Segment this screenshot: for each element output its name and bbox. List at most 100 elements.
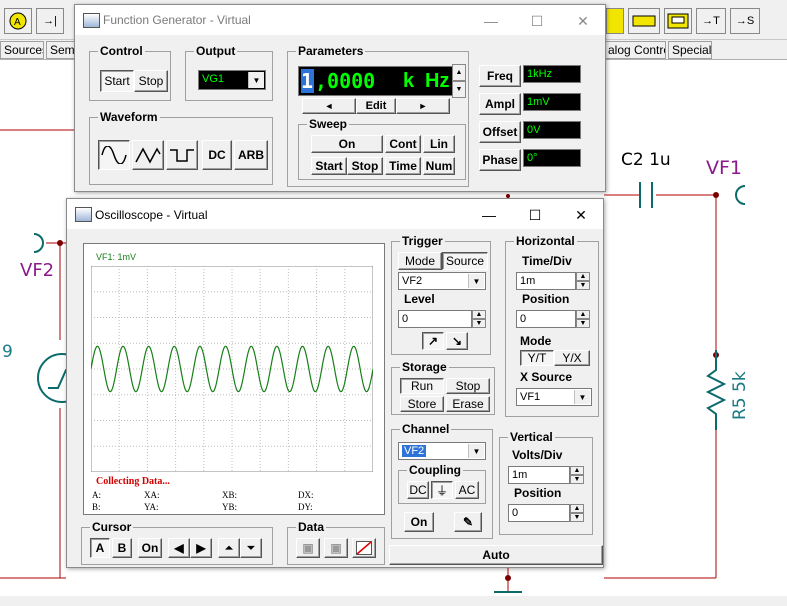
cursor-left-button[interactable]: ◀ [168, 538, 190, 558]
freq-button[interactable]: Freq [479, 65, 521, 87]
sweep-time-button[interactable]: Time [385, 157, 421, 175]
mode-yx-button[interactable]: Y/X [554, 350, 590, 366]
readout-ya: YA: [144, 502, 159, 512]
storage-store-button[interactable]: Store [400, 396, 444, 412]
auto-button[interactable]: Auto [389, 545, 603, 565]
coupling-dc-button[interactable]: DC [407, 481, 429, 499]
trigger-source-button[interactable]: Source [442, 252, 488, 270]
chevron-down-icon: ▼ [468, 444, 484, 458]
fg-titlebar[interactable]: Function Generator - Virtual — ☐ ✕ [75, 5, 605, 35]
parameter-spinner[interactable]: ▲ ▼ [452, 64, 466, 98]
readout-xb: XB: [222, 490, 238, 500]
close-icon[interactable]: ✕ [571, 207, 591, 224]
v-position-input[interactable]: 0 [508, 504, 570, 522]
maximize-icon[interactable]: ☐ [525, 207, 545, 224]
x-source-select[interactable]: VF1 ▼ [516, 388, 592, 406]
osc-titlebar[interactable]: Oscilloscope - Virtual — ☐ ✕ [67, 199, 603, 229]
minimize-icon[interactable]: — [481, 13, 501, 29]
coupling-gnd-button[interactable]: ⏚ [431, 481, 453, 499]
cursor-right-button[interactable]: ▶ [190, 538, 212, 558]
data-graph-button[interactable] [352, 538, 376, 558]
osc-screen[interactable]: VF1: 1mV Collecting Data... A: B: XA: YA… [83, 243, 385, 515]
display-left-button[interactable]: ◄ [302, 98, 356, 114]
v-position-spinner[interactable]: ▲ ▼ [570, 504, 584, 522]
data-import-button[interactable]: ▣ [296, 538, 320, 558]
trigger-level-spinner[interactable]: ▲ ▼ [472, 310, 486, 328]
trigger-source-select[interactable]: VF2 ▼ [398, 272, 486, 290]
time-div-input[interactable]: 1m [516, 272, 576, 290]
cursor-on-button[interactable]: On [138, 538, 162, 558]
sweep-lin-button[interactable]: Lin [423, 135, 455, 153]
fg-waveform-label: Waveform [98, 110, 160, 124]
osc-title: Oscilloscope - Virtual [95, 208, 208, 222]
storage-stop-button[interactable]: Stop [446, 378, 490, 394]
spin-down-icon: ▼ [576, 281, 590, 290]
minimize-icon[interactable]: — [479, 207, 499, 223]
coupling-ac-button[interactable]: AC [455, 481, 479, 499]
channel-on-button[interactable]: On [404, 512, 434, 532]
chevron-down-icon: ▼ [468, 274, 484, 288]
h-position-input[interactable]: 0 [516, 310, 576, 328]
falling-edge-button[interactable]: ↘ [446, 332, 468, 350]
trace-label: VF1: 1mV [96, 252, 137, 262]
sweep-start-button[interactable]: Start [311, 157, 347, 175]
h-position-label: Position [522, 292, 570, 306]
fg-start-button[interactable]: Start [100, 70, 134, 92]
sweep-stop-button[interactable]: Stop [347, 157, 383, 175]
triangle-wave-icon [135, 147, 161, 164]
offset-field[interactable]: 0V [523, 121, 581, 139]
dc-wave-button[interactable]: DC [202, 140, 232, 170]
sweep-on-button[interactable]: On [311, 135, 383, 153]
volts-div-input[interactable]: 1m [508, 466, 570, 484]
ground-icon: ⏚ [435, 483, 448, 498]
vertical-label: Vertical [508, 430, 555, 444]
trigger-level-input[interactable]: 0 [398, 310, 472, 328]
channel-select[interactable]: VF2 ▼ [398, 442, 486, 460]
display-right-button[interactable]: ► [396, 98, 450, 114]
channel-label: Channel [400, 422, 452, 436]
close-icon[interactable]: ✕ [573, 13, 593, 30]
ampl-button[interactable]: Ampl [479, 93, 521, 115]
h-position-spinner[interactable]: ▲ ▼ [576, 310, 590, 328]
fg-stop-button[interactable]: Stop [134, 70, 168, 92]
sweep-num-button[interactable]: Num [423, 157, 455, 175]
cursor-down-button[interactable]: ⏷ [240, 538, 262, 558]
storage-erase-button[interactable]: Erase [446, 396, 490, 412]
spin-up-icon: ▲ [576, 310, 590, 319]
mode-yt-button[interactable]: Y/T [520, 350, 554, 366]
parameter-display[interactable]: 1 ,0000 k Hz [298, 66, 466, 96]
square-wave-icon [170, 149, 194, 162]
maximize-icon[interactable]: ☐ [527, 13, 547, 30]
ampl-field[interactable]: 1mV [523, 93, 581, 111]
display-edit-button[interactable]: Edit [356, 98, 396, 114]
trigger-level-label: Level [404, 292, 435, 306]
fg-output-select[interactable]: VG1 ▼ [198, 70, 266, 90]
phase-field[interactable]: 0° [523, 149, 581, 167]
cursor-b-button[interactable]: B [112, 538, 132, 558]
storage-run-button[interactable]: Run [400, 378, 444, 394]
cursor-up-button[interactable]: ⏶ [218, 538, 240, 558]
data-export-button[interactable]: ▣ [324, 538, 348, 558]
vf2-label: VF2 [20, 260, 55, 281]
fg-parameters-group: Parameters 1 ,0000 k Hz ▲ ▼ ◄ Edit ► Swee… [287, 44, 469, 187]
source-number-label: 9 [2, 342, 13, 362]
trigger-mode-button[interactable]: Mode [398, 252, 442, 270]
fg-output-group: Output VG1 ▼ [185, 44, 273, 101]
rising-edge-button[interactable]: ↗ [422, 332, 444, 350]
volts-div-spinner[interactable]: ▲ ▼ [570, 466, 584, 484]
sweep-cont-button[interactable]: Cont [385, 135, 421, 153]
offset-button[interactable]: Offset [479, 121, 521, 143]
arb-wave-button[interactable]: ARB [234, 140, 268, 170]
double-down-icon: ⏷ [247, 542, 255, 554]
phase-button[interactable]: Phase [479, 149, 521, 171]
triangle-wave-button[interactable] [132, 140, 164, 170]
sine-wave-button[interactable] [98, 140, 130, 170]
cursor-a-button[interactable]: A [90, 538, 110, 558]
trigger-label: Trigger [400, 234, 445, 248]
freq-field[interactable]: 1kHz [523, 65, 581, 83]
square-wave-button[interactable] [166, 140, 198, 170]
cursor-label: Cursor [90, 520, 134, 534]
probe-button[interactable]: ✎ [454, 512, 482, 532]
time-div-spinner[interactable]: ▲ ▼ [576, 272, 590, 290]
vf1-connector-icon [735, 185, 746, 205]
